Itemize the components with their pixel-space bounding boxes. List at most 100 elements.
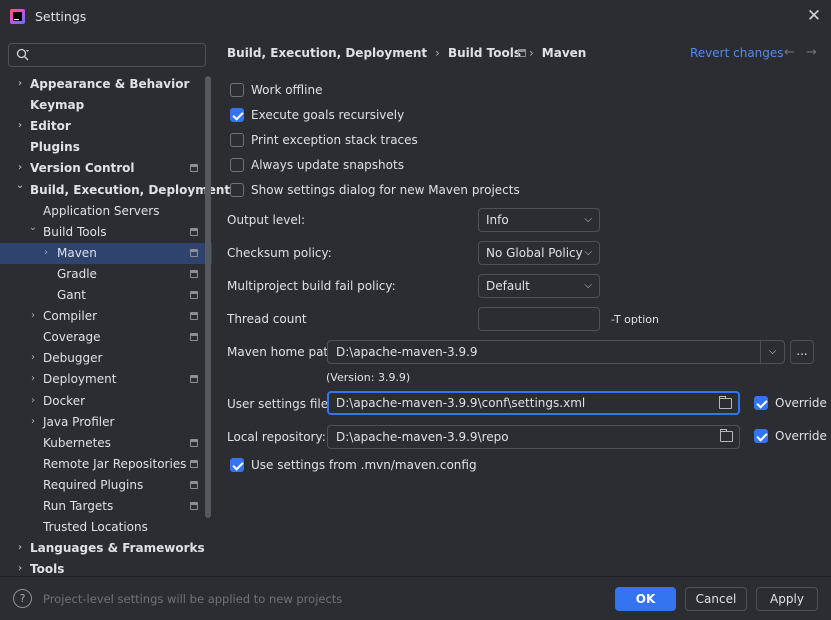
project-scope-icon (190, 333, 198, 342)
sidebar-item-kubernetes[interactable]: Kubernetes (0, 433, 212, 454)
checkbox-box[interactable] (230, 83, 244, 97)
maven-settings-panel: Build, Execution, Deployment › Build Too… (215, 34, 831, 576)
sidebar-item-languages-frameworks[interactable]: › Languages & Frameworks (0, 538, 212, 559)
work-offline-checkbox[interactable]: Work offline (230, 81, 322, 99)
chevron-right-icon[interactable]: › (41, 247, 51, 258)
sidebar-item-remote-jar-repositories[interactable]: Remote Jar Repositories (0, 454, 212, 475)
sidebar-item-label: Languages & Frameworks (30, 541, 205, 556)
project-scope-icon (190, 269, 198, 278)
sidebar-item-label: Coverage (43, 330, 101, 345)
revert-changes-link[interactable]: Revert changes (690, 46, 784, 60)
sidebar-item-keymap[interactable]: Keymap (0, 95, 212, 116)
chevron-down-icon[interactable]: ⌄ (28, 222, 38, 233)
output-level-label: Output level: (227, 213, 306, 227)
search-input[interactable] (8, 43, 206, 67)
cancel-button[interactable]: Cancel (685, 587, 747, 611)
sidebar-item-coverage[interactable]: Coverage (0, 327, 212, 348)
chevron-right-icon[interactable]: › (15, 543, 25, 553)
sidebar-item-build-execution-deployment[interactable]: ⌄ Build, Execution, Deployment (0, 180, 230, 201)
forward-arrow-icon[interactable]: → (806, 45, 817, 60)
sidebar-item-label: Gradle (57, 266, 97, 281)
t-option-hint: -T option (611, 313, 659, 326)
local-repository-override-checkbox[interactable]: Override (754, 427, 827, 445)
chevron-down-icon: ⌵ (584, 214, 592, 225)
sidebar-item-compiler[interactable]: › Compiler (0, 306, 212, 327)
sidebar-item-label: Docker (43, 393, 86, 408)
project-scope-icon (190, 502, 198, 510)
breadcrumb-item: Build Tools (447, 46, 521, 60)
sidebar-item-label: Run Targets (43, 499, 114, 513)
folder-icon[interactable] (719, 396, 732, 409)
checkbox-box[interactable] (230, 183, 244, 197)
ok-button[interactable]: OK (615, 587, 676, 611)
sidebar-item-java-profiler[interactable]: › Java Profiler (0, 412, 212, 433)
sidebar-item-appearance-behavior[interactable]: › Appearance & Behavior (0, 74, 212, 95)
sidebar-item-label: Java Profiler (43, 414, 115, 429)
sidebar-scrollbar[interactable] (205, 76, 211, 518)
close-icon[interactable]: ✕ (805, 6, 823, 26)
back-arrow-icon[interactable]: ← (784, 45, 795, 60)
apply-button[interactable]: Apply (756, 587, 818, 611)
checkbox-box[interactable] (754, 429, 768, 443)
sidebar-item-docker[interactable]: › Docker (0, 391, 212, 412)
checksum-policy-dropdown[interactable]: No Global Policy ⌵ (478, 241, 600, 265)
project-scope-icon (190, 375, 198, 384)
use-mvn-config-checkbox[interactable]: Use settings from .mvn/maven.config (230, 456, 477, 474)
always-update-snapshots-checkbox[interactable]: Always update snapshots (230, 156, 404, 174)
checkbox-box[interactable] (230, 458, 244, 472)
intellij-app-icon (10, 9, 25, 24)
project-scope-icon (518, 49, 526, 57)
help-icon[interactable]: ? (13, 589, 32, 608)
sidebar-item-label: Debugger (43, 351, 103, 366)
sidebar-item-label: Appearance & Behavior (30, 77, 190, 91)
sidebar-item-debugger[interactable]: › Debugger (0, 348, 212, 369)
checkbox-box[interactable] (754, 396, 768, 410)
sidebar-item-build-tools[interactable]: ⌄ Build Tools (0, 222, 212, 243)
sidebar-item-label: Build Tools (43, 224, 107, 239)
chevron-right-icon[interactable]: › (28, 416, 38, 427)
chevron-right-icon[interactable]: › (15, 163, 25, 173)
sidebar-item-version-control[interactable]: › Version Control (0, 158, 212, 179)
checkbox-box[interactable] (230, 108, 244, 122)
sidebar-item-deployment[interactable]: › Deployment (0, 369, 212, 390)
sidebar-item-editor[interactable]: › Editor (0, 116, 212, 137)
chevron-down-icon[interactable]: ⌵ (760, 341, 784, 363)
chevron-right-icon[interactable]: › (15, 79, 25, 89)
sidebar-item-required-plugins[interactable]: Required Plugins (0, 475, 212, 496)
sidebar-item-application-servers[interactable]: Application Servers (0, 201, 212, 222)
user-settings-override-checkbox[interactable]: Override (754, 394, 827, 412)
output-level-dropdown[interactable]: Info ⌵ (478, 208, 600, 232)
checkbox-box[interactable] (230, 133, 244, 147)
chevron-right-icon[interactable]: › (15, 564, 25, 574)
chevron-right-icon[interactable]: › (28, 374, 38, 384)
fail-policy-dropdown[interactable]: Default ⌵ (478, 274, 600, 298)
chevron-right-icon[interactable]: › (28, 353, 38, 363)
chevron-down-icon[interactable]: ⌄ (15, 180, 25, 191)
project-scope-icon (190, 312, 198, 321)
thread-count-input[interactable] (478, 307, 600, 331)
sidebar-item-run-targets[interactable]: Run Targets (0, 496, 212, 517)
sidebar-item-gant[interactable]: Gant (0, 285, 212, 306)
sidebar-item-label: Compiler (43, 309, 98, 324)
execute-goals-recursively-checkbox[interactable]: Execute goals recursively (230, 106, 404, 124)
user-settings-input[interactable]: D:\apache-maven-3.9.9\conf\settings.xml (327, 391, 740, 415)
browse-button[interactable]: ... (790, 340, 814, 364)
project-scope-icon (190, 480, 198, 489)
breadcrumb-separator: › (435, 46, 440, 60)
folder-icon[interactable] (720, 429, 733, 442)
show-settings-dialog-checkbox[interactable]: Show settings dialog for new Maven proje… (230, 181, 520, 199)
sidebar-item-maven[interactable]: › Maven (0, 242, 212, 264)
sidebar-item-trusted-locations[interactable]: Trusted Locations (0, 517, 212, 538)
sidebar-item-gradle[interactable]: Gradle (0, 264, 212, 285)
breadcrumb: Build, Execution, Deployment › Build Too… (227, 46, 586, 60)
print-stack-traces-checkbox[interactable]: Print exception stack traces (230, 131, 418, 149)
checkbox-box[interactable] (230, 158, 244, 172)
sidebar-item-label: Build, Execution, Deployment (30, 182, 231, 197)
chevron-right-icon[interactable]: › (28, 311, 38, 321)
local-repository-input[interactable]: D:\apache-maven-3.9.9\repo (327, 425, 740, 449)
sidebar-item-label: Application Servers (43, 203, 160, 218)
chevron-right-icon[interactable]: › (28, 395, 38, 406)
sidebar-item-plugins[interactable]: Plugins (0, 137, 212, 158)
chevron-right-icon[interactable]: › (15, 121, 25, 131)
maven-home-combobox[interactable]: D:\apache-maven-3.9.9 ⌵ (327, 340, 785, 364)
